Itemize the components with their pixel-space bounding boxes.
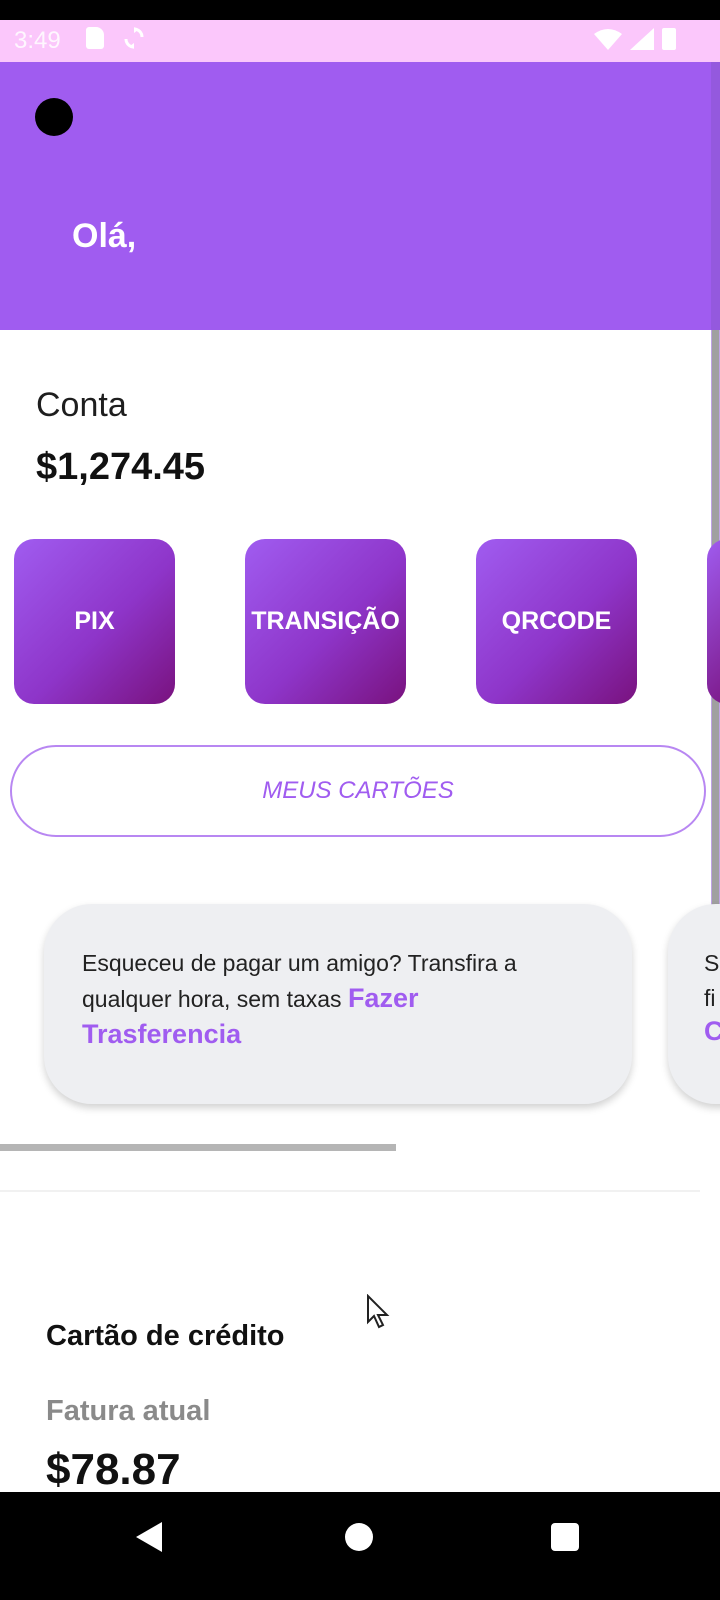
app-screen: 3:49 Olá, Conta $1,274.45 PIX TRANSIÇÃO …: [0, 0, 720, 1600]
status-time: 3:49: [14, 27, 61, 54]
horizontal-scroll-indicator: [0, 1144, 396, 1151]
recents-icon[interactable]: [551, 1523, 579, 1551]
wifi-icon: [594, 29, 622, 50]
camera-cutout-area: [0, 0, 720, 20]
navigation-bar: [0, 1492, 720, 1600]
header: Olá,: [0, 62, 720, 330]
transition-button[interactable]: TRANSIÇÃO: [245, 539, 406, 704]
promo-partial-link[interactable]: C: [704, 1016, 720, 1047]
promo-card: Esqueceu de pagar um amigo? Transfira a …: [44, 904, 632, 1104]
back-icon[interactable]: [134, 1520, 164, 1554]
account-balance: $1,274.45: [36, 446, 206, 488]
my-cards-button[interactable]: MEUS CARTÕES: [10, 745, 706, 837]
status-notification-icons: [86, 27, 144, 49]
promo-text: Esqueceu de pagar um amigo? Transfira a …: [82, 946, 552, 1053]
promo-partial-text: S fi: [704, 946, 719, 1016]
invoice-label: Fatura atual: [46, 1395, 211, 1427]
battery-icon: [662, 28, 676, 50]
promo-partial-line1: S: [704, 950, 720, 976]
home-icon[interactable]: [345, 1523, 373, 1551]
section-divider: [0, 1190, 700, 1192]
qrcode-button[interactable]: QRCODE: [476, 539, 637, 704]
promo-message: Esqueceu de pagar um amigo? Transfira a …: [82, 950, 517, 1012]
greeting-text: Olá,: [72, 217, 137, 255]
signal-icon: [630, 28, 654, 50]
pix-button[interactable]: PIX: [14, 539, 175, 704]
credit-card-title: Cartão de crédito: [46, 1320, 285, 1352]
promo-partial-line2: fi: [704, 985, 716, 1011]
avatar[interactable]: [35, 98, 73, 136]
sd-card-icon: [86, 27, 104, 49]
mouse-cursor-icon: [367, 1294, 390, 1329]
account-label: Conta: [36, 386, 127, 424]
status-system-icons: [594, 28, 676, 50]
action-tile-partial[interactable]: [707, 539, 720, 704]
promo-card-partial: S fi C: [668, 904, 720, 1104]
invoice-value: $78.87: [46, 1445, 181, 1494]
sync-icon: [124, 27, 144, 49]
status-bar: 3:49: [0, 20, 720, 62]
